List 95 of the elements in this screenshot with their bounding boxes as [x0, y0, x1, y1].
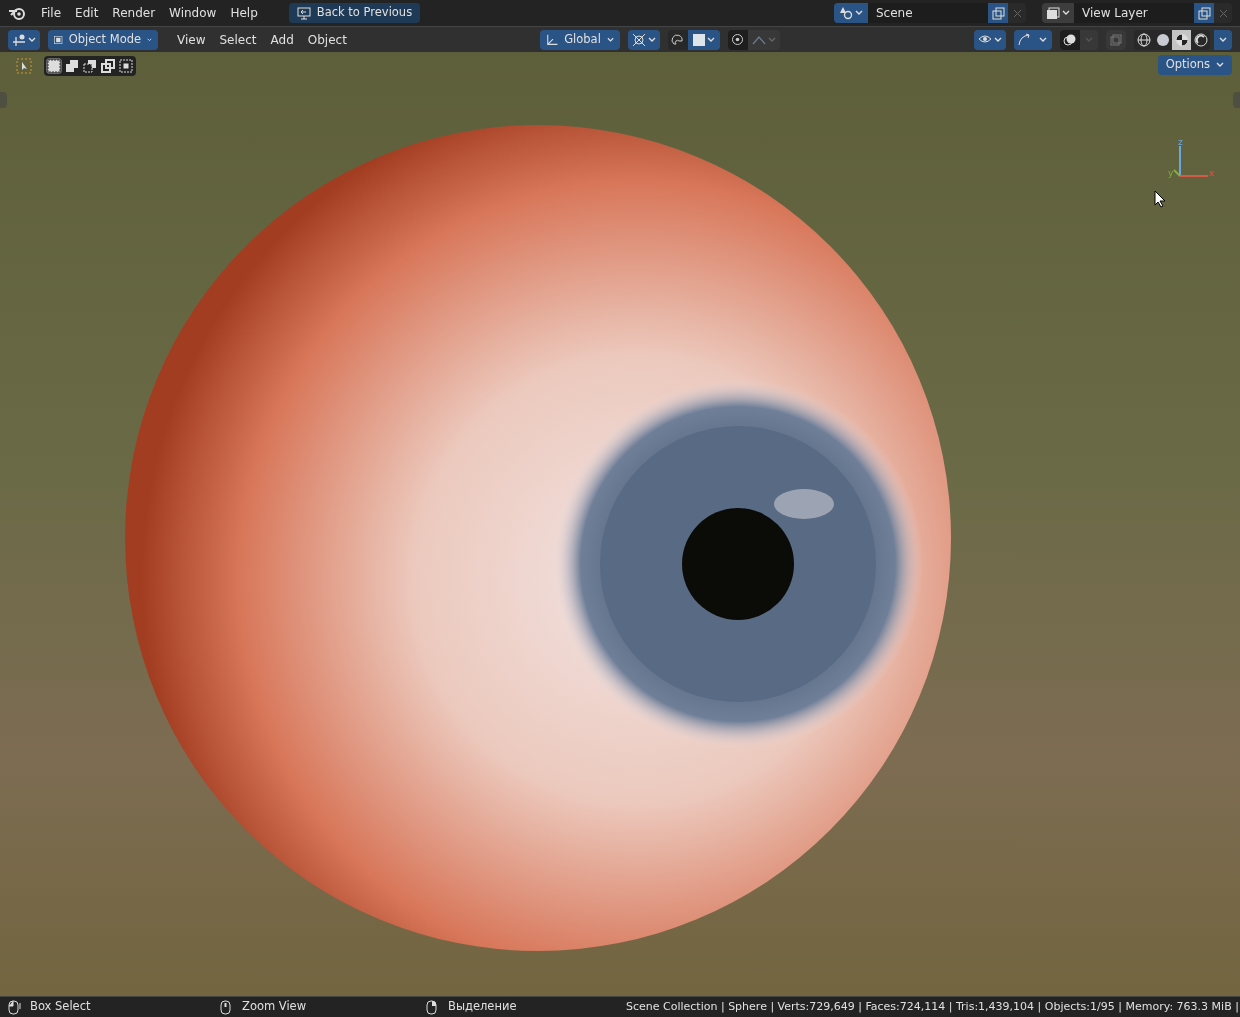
menu-item[interactable]: Edit	[68, 3, 106, 23]
transform-axes-icon	[545, 32, 559, 47]
caret-icon	[706, 36, 715, 43]
mouse-icon	[8, 999, 22, 1015]
close-button[interactable]	[1214, 3, 1232, 23]
mouse-icon	[220, 999, 234, 1015]
selection-mode-button[interactable]	[82, 58, 98, 74]
square-icon	[692, 33, 705, 46]
menu-item[interactable]: View	[170, 29, 213, 50]
selection-mode-icon	[47, 59, 61, 73]
menu-item[interactable]: File	[34, 3, 69, 23]
x-axis-label: x	[1209, 167, 1215, 180]
close-button[interactable]	[1008, 3, 1026, 23]
selection-mode-button[interactable]	[64, 58, 80, 74]
caret-icon	[1062, 10, 1070, 16]
caret-icon	[1039, 36, 1047, 43]
menu-item[interactable]: Window	[162, 3, 224, 23]
mode-label: Object Mode	[68, 30, 142, 48]
gizmo-dropdown[interactable]	[1034, 29, 1052, 50]
view-layer-type-dropdown[interactable]	[1042, 3, 1074, 23]
image-icon	[1046, 6, 1060, 20]
y-axis-label: y	[1168, 167, 1174, 180]
overlays-toggle[interactable]	[1060, 29, 1080, 50]
caret-icon	[606, 36, 614, 43]
solid-sphere-icon	[1155, 32, 1170, 47]
caret-icon	[1085, 36, 1093, 43]
scene-field[interactable]: Scene	[868, 3, 988, 23]
target-icon	[731, 33, 745, 46]
status-hint: Zoom View	[242, 998, 307, 1016]
visibility-dropdown[interactable]	[974, 29, 1006, 50]
eye-icon	[978, 33, 992, 46]
scene-icon	[839, 6, 853, 20]
gizmo-toggle[interactable]	[1014, 29, 1034, 50]
falloff-curve-icon	[751, 34, 766, 45]
object-mode-dropdown[interactable]: Object Mode	[48, 29, 158, 50]
status-hint: Выделение	[448, 998, 517, 1016]
selection-mode-icon	[101, 59, 115, 73]
copy-icon	[991, 6, 1005, 20]
falloff-dropdown[interactable]	[747, 29, 780, 50]
selection-mode-button[interactable]	[100, 58, 116, 74]
orientation-label: Global	[564, 30, 601, 48]
monitor-back-icon	[296, 6, 311, 20]
close-icon	[1218, 8, 1228, 18]
caret-icon	[1216, 62, 1224, 68]
orientation-dropdown[interactable]: Global	[539, 29, 620, 50]
material-sphere-icon	[1174, 32, 1189, 47]
menu-item[interactable]: Render	[105, 3, 163, 23]
selection-mode-button[interactable]	[46, 58, 62, 74]
caret-icon	[767, 36, 776, 43]
shading-mode-button[interactable]	[1172, 29, 1191, 50]
selection-mode-icon	[119, 59, 133, 73]
curve-arrow-icon	[1017, 33, 1031, 46]
scene-type-dropdown[interactable]	[834, 3, 868, 23]
copy-view-layer-button[interactable]	[1194, 3, 1214, 23]
snap-target-dropdown[interactable]	[687, 29, 720, 50]
view-layer-field[interactable]: View Layer	[1074, 3, 1194, 23]
axes-icon	[12, 32, 26, 47]
viewport-background[interactable]: Options z y x	[0, 52, 1240, 996]
select-tool-button[interactable]	[14, 56, 34, 76]
copy-scene-button[interactable]	[988, 3, 1008, 23]
pivot-icon	[631, 32, 646, 47]
caret-icon	[855, 10, 863, 16]
menu-item[interactable]: Object	[300, 29, 354, 50]
menu-item[interactable]: Add	[263, 29, 301, 50]
editor-type-dropdown[interactable]	[8, 29, 40, 50]
caret-icon	[994, 36, 1002, 43]
caret-icon	[28, 36, 36, 43]
blender-logo-icon[interactable]	[8, 5, 26, 21]
menu-item[interactable]: Select	[212, 29, 264, 50]
mouse-icon	[426, 999, 440, 1015]
z-axis-label: z	[1178, 136, 1183, 149]
stacked-squares-icon	[1110, 33, 1122, 46]
close-icon	[1012, 8, 1022, 18]
caret-icon	[147, 36, 152, 43]
scene-statistics: Scene Collection | Sphere | Verts:729,649 | Faces:724,114 | Tris:1,439,104 | Objects:1/95 | Memory: 763.3 MiB |	[626, 998, 1239, 1015]
options-dropdown[interactable]: Options	[1157, 55, 1232, 75]
overlapping-circles-icon	[1063, 32, 1077, 47]
xray-toggle[interactable]	[1106, 29, 1126, 50]
menu-item[interactable]: Help	[223, 3, 265, 23]
back-to-previous-button[interactable]: Back to Previous	[288, 3, 421, 23]
rendered-sphere-icon	[1193, 32, 1208, 47]
magnet-icon	[671, 33, 685, 46]
selection-mode-icon	[83, 59, 97, 73]
status-hint: Box Select	[30, 998, 91, 1016]
proportional-edit-toggle[interactable]	[727, 29, 748, 50]
pivot-point-dropdown[interactable]	[627, 29, 660, 50]
selection-mode-icon	[65, 59, 79, 73]
cursor-select-icon	[16, 58, 32, 74]
mouse-pointer-icon	[1154, 190, 1166, 208]
copy-icon	[1197, 6, 1211, 20]
caret-icon	[1219, 36, 1227, 43]
snap-toggle[interactable]	[667, 29, 688, 50]
wireframe-sphere-icon	[1136, 32, 1151, 47]
shading-dropdown[interactable]	[1214, 29, 1232, 50]
caret-icon	[647, 36, 656, 43]
